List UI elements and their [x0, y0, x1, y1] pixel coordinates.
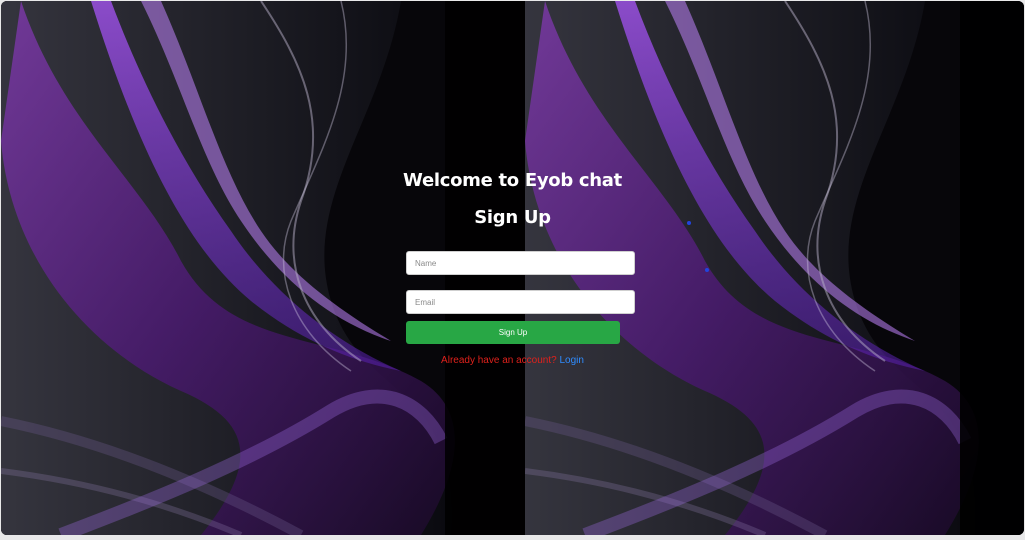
- email-input[interactable]: [406, 290, 635, 314]
- welcome-title: Welcome to Eyob chat: [403, 170, 622, 191]
- signup-button[interactable]: Sign Up: [406, 321, 620, 344]
- name-input[interactable]: [406, 251, 635, 275]
- login-prompt-text: Already have an account?: [441, 355, 557, 366]
- signup-container: Welcome to Eyob chat Sign Up Sign Up Alr…: [0, 0, 1023, 534]
- signup-heading: Sign Up: [474, 207, 551, 228]
- login-link[interactable]: Login: [559, 355, 583, 366]
- login-prompt: Already have an account? Login: [0, 355, 1025, 366]
